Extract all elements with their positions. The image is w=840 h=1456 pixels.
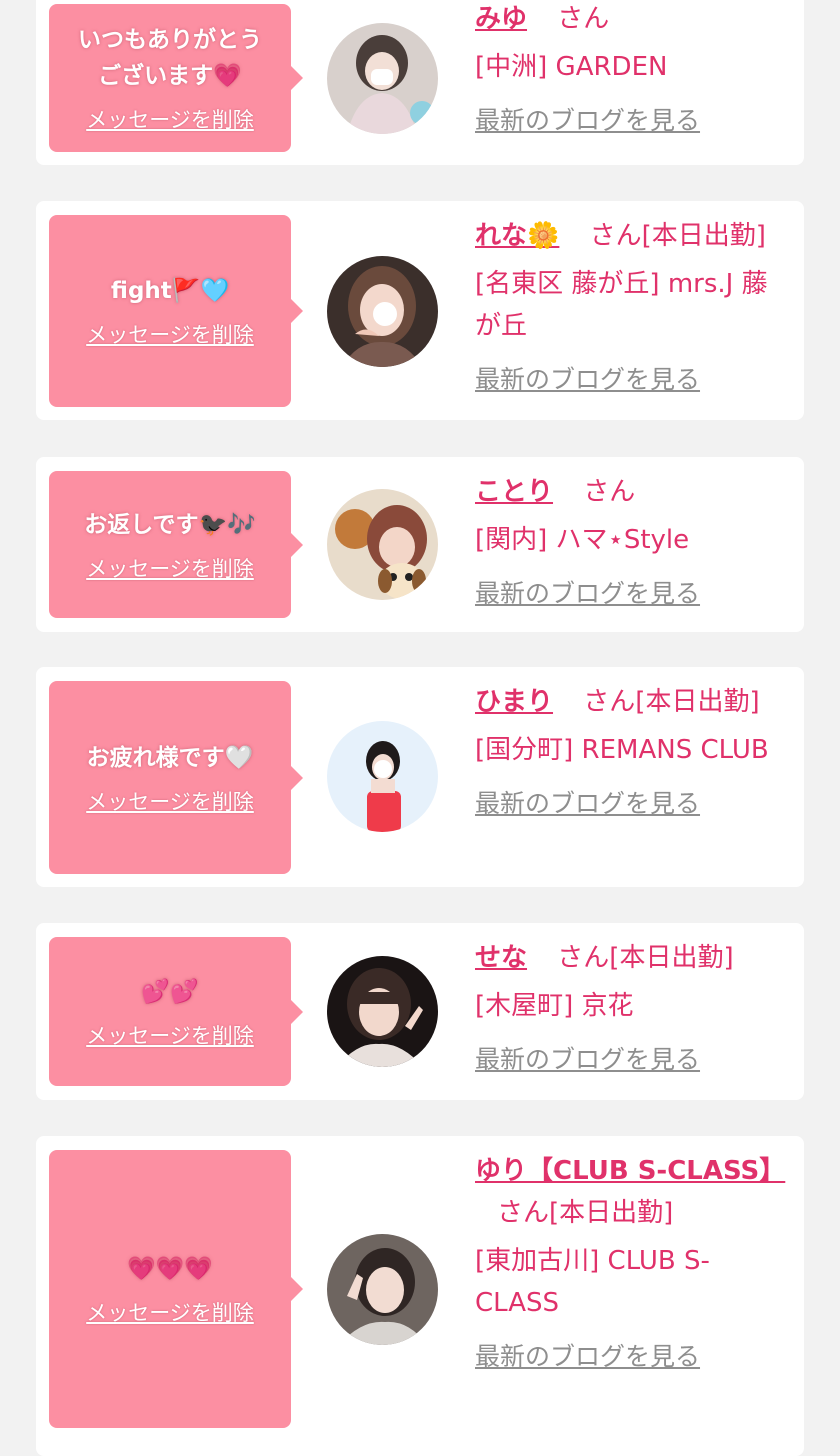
message-bubble: いつもありがとう ございます💗 メッセージを削除: [49, 4, 303, 152]
delete-message-link[interactable]: メッセージを削除: [86, 786, 254, 816]
shop-name: [中洲] GARDEN: [475, 52, 668, 82]
delete-message-link[interactable]: メッセージを削除: [86, 104, 254, 134]
delete-message-link[interactable]: メッセージを削除: [86, 1297, 254, 1327]
girl-info: ひまり さん[本日出勤] [国分町] REMANS CLUB 最新のブログを見る: [475, 681, 793, 825]
avatar[interactable]: [327, 23, 438, 134]
message-line: 💗💗💗: [127, 1256, 213, 1282]
latest-blog-link[interactable]: 最新のブログを見る: [475, 1039, 700, 1081]
girl-name-link[interactable]: せな: [475, 943, 527, 973]
message-line: お疲れ様です🤍: [86, 744, 254, 771]
shop-name: [国分町] REMANS CLUB: [475, 735, 769, 765]
girl-name-link[interactable]: みゆ: [475, 4, 527, 34]
message-text: 💕💕: [131, 974, 208, 1010]
message-card: いつもありがとう ございます💗 メッセージを削除 みゆ さん [中洲] GARD…: [36, 0, 804, 165]
message-line: 💕💕: [141, 978, 199, 1005]
girl-info: ことり さん [関内] ハマ⋆Style 最新のブログを見る: [475, 471, 793, 615]
san-label: さん: [583, 687, 636, 717]
message-card: お疲れ様です🤍 メッセージを削除 ひまり さん[本日出勤] [国分町] REMA…: [36, 667, 804, 887]
message-text: 💗💗💗: [117, 1251, 223, 1287]
girl-info: れな🌼 さん[本日出勤] [名東区 藤が丘] mrs.J 藤が丘 最新のブログを…: [475, 215, 793, 401]
message-text: お疲れ様です🤍: [77, 740, 264, 776]
avatar[interactable]: [327, 489, 438, 600]
latest-blog-link[interactable]: 最新のブログを見る: [475, 573, 700, 615]
message-line: いつもありがとう: [78, 27, 262, 53]
san-label: さん: [557, 943, 610, 973]
message-card: 💕💕 メッセージを削除 せな さん[本日出勤] [木屋町] 京花 最新のブログを…: [36, 923, 804, 1100]
latest-blog-link[interactable]: 最新のブログを見る: [475, 359, 700, 401]
shop-name: [関内] ハマ⋆Style: [475, 525, 690, 555]
latest-blog-link[interactable]: 最新のブログを見る: [475, 1336, 700, 1378]
girl-name-link[interactable]: ひまり: [475, 687, 553, 717]
status-label: [本日出勤]: [609, 943, 734, 973]
message-card: 💗💗💗 メッセージを削除 ゆり【CLUB S-CLASS】 さん[本日出勤] […: [36, 1136, 804, 1456]
avatar[interactable]: [327, 956, 438, 1067]
delete-message-link[interactable]: メッセージを削除: [86, 553, 254, 583]
san-label: さん: [557, 4, 610, 34]
message-bubble: お返しです🐦‍⬛🎶 メッセージを削除: [49, 471, 303, 618]
status-label: [本日出勤]: [635, 687, 760, 717]
shop-name: [東加古川] CLUB S-CLASS: [475, 1246, 710, 1318]
message-text: お返しです🐦‍⬛🎶: [74, 507, 266, 543]
message-line: ございます💗: [98, 63, 242, 89]
girl-name-link[interactable]: ことり: [475, 477, 553, 507]
latest-blog-link[interactable]: 最新のブログを見る: [475, 783, 700, 825]
message-bubble: 💗💗💗 メッセージを削除: [49, 1150, 303, 1428]
avatar[interactable]: [327, 721, 438, 832]
delete-message-link[interactable]: メッセージを削除: [86, 319, 254, 349]
san-label: さん: [589, 221, 642, 251]
girl-name-link[interactable]: ゆり【CLUB S-CLASS】: [475, 1156, 785, 1186]
message-bubble: お疲れ様です🤍 メッセージを削除: [49, 681, 303, 874]
san-label: さん: [497, 1198, 550, 1228]
message-text: いつもありがとう ございます💗: [68, 22, 272, 94]
delete-message-link[interactable]: メッセージを削除: [86, 1020, 254, 1050]
message-card: fight🚩🩵 メッセージを削除 れな🌼 さん[本日出勤] [名東区 藤が丘] …: [36, 201, 804, 420]
avatar[interactable]: [327, 256, 438, 367]
shop-name: [木屋町] 京花: [475, 991, 634, 1021]
status-label: [本日出勤]: [549, 1198, 674, 1228]
message-text: fight🚩🩵: [101, 273, 239, 309]
avatar[interactable]: [327, 1234, 438, 1345]
message-bubble: fight🚩🩵 メッセージを削除: [49, 215, 303, 407]
message-card: お返しです🐦‍⬛🎶 メッセージを削除 ことり さん [関内] ハマ⋆Style …: [36, 457, 804, 632]
girl-info: ゆり【CLUB S-CLASS】 さん[本日出勤] [東加古川] CLUB S-…: [475, 1150, 793, 1378]
message-line: fight🚩🩵: [110, 278, 230, 304]
san-label: さん: [583, 477, 636, 507]
status-label: [本日出勤]: [641, 221, 766, 251]
latest-blog-link[interactable]: 最新のブログを見る: [475, 100, 700, 142]
message-bubble: 💕💕 メッセージを削除: [49, 937, 303, 1086]
girl-info: みゆ さん [中洲] GARDEN 最新のブログを見る: [475, 0, 793, 142]
shop-name: [名東区 藤が丘] mrs.J 藤が丘: [475, 269, 768, 341]
message-line: お返しです🐦‍⬛🎶: [84, 511, 256, 538]
girl-name-link[interactable]: れな🌼: [475, 221, 559, 251]
girl-info: せな さん[本日出勤] [木屋町] 京花 最新のブログを見る: [475, 937, 793, 1081]
